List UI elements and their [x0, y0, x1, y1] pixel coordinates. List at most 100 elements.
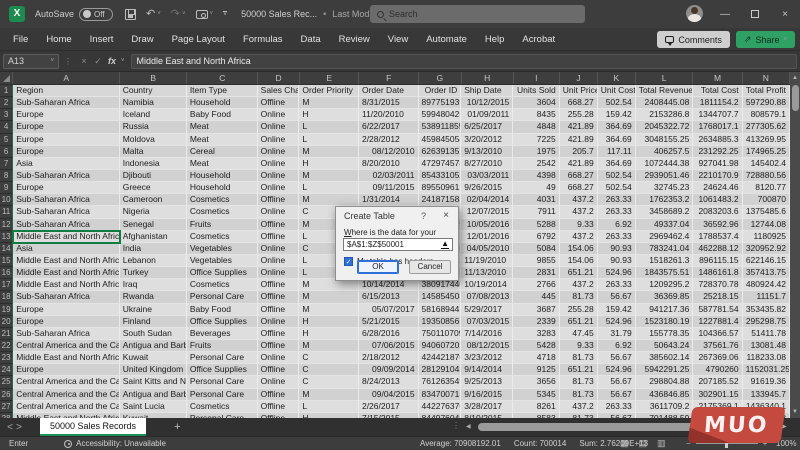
status-count[interactable]: Count: 700014	[514, 439, 567, 448]
cell-E10[interactable]: M	[299, 194, 359, 206]
cell-E23[interactable]: C	[299, 352, 359, 364]
add-sheet-button[interactable]: +	[174, 421, 180, 433]
cell-B27[interactable]: Saint Lucia	[120, 401, 187, 413]
range-select-icon[interactable]: ▲	[441, 240, 449, 249]
row-header-8[interactable]: 8	[0, 170, 13, 182]
cell-B1[interactable]: Country	[120, 85, 187, 97]
row-header-25[interactable]: 25	[0, 376, 13, 388]
document-title[interactable]: 50000 Sales Rec...	[241, 9, 317, 19]
cell-D3[interactable]: Online	[258, 109, 300, 121]
cell-B4[interactable]: Russia	[120, 121, 187, 133]
cell-A25[interactable]: Central America and the Caribbean	[13, 376, 120, 388]
cell-M25[interactable]: 207185.52	[693, 376, 742, 388]
cell-B16[interactable]: Turkey	[120, 267, 187, 279]
column-header-B[interactable]: B	[120, 72, 187, 84]
cell-C16[interactable]: Office Supplies	[187, 267, 258, 279]
cell-J19[interactable]: 255.28	[560, 304, 598, 316]
cell-J21[interactable]: 47.45	[560, 328, 598, 340]
cell-E3[interactable]: H	[299, 109, 359, 121]
cell-J22[interactable]: 9.33	[560, 340, 598, 352]
ok-button[interactable]: OK	[357, 260, 399, 274]
cell-A12[interactable]: Sub-Saharan Africa	[13, 219, 120, 231]
column-header-F[interactable]: F	[359, 72, 419, 84]
cell-H10[interactable]: 02/04/2014	[461, 194, 513, 206]
ribbon-tab-automate[interactable]: Automate	[417, 28, 476, 51]
cell-B21[interactable]: South Sudan	[120, 328, 187, 340]
cell-H2[interactable]: 10/12/2015	[461, 97, 513, 109]
cell-L6[interactable]: 406257.5	[636, 146, 694, 158]
cell-M24[interactable]: 4790260	[693, 364, 742, 376]
row-header-24[interactable]: 24	[0, 364, 13, 376]
cell-F6[interactable]: 08/12/2010	[359, 146, 419, 158]
cell-H27[interactable]: 3/28/2017	[461, 401, 513, 413]
ribbon-tab-data[interactable]: Data	[292, 28, 330, 51]
cell-A5[interactable]: Europe	[13, 134, 120, 146]
cell-G5[interactable]: 459845054	[419, 134, 462, 146]
cell-A4[interactable]: Europe	[13, 121, 120, 133]
redo-button[interactable]: ↷˅	[171, 9, 186, 19]
cell-J15[interactable]: 154.06	[560, 255, 598, 267]
cell-L9[interactable]: 32745.23	[636, 182, 694, 194]
column-header-G[interactable]: G	[419, 72, 462, 84]
cell-H18[interactable]: 07/08/2013	[461, 291, 513, 303]
cell-H7[interactable]: 8/27/2010	[461, 158, 513, 170]
next-sheet-button[interactable]: >	[12, 422, 26, 433]
cell-M11[interactable]: 2083203.6	[693, 206, 742, 218]
cell-K20[interactable]: 524.96	[598, 316, 636, 328]
cell-I20[interactable]: 2339	[513, 316, 559, 328]
cell-H25[interactable]: 9/25/2013	[461, 376, 513, 388]
cell-E22[interactable]: M	[299, 340, 359, 352]
cell-C22[interactable]: Fruits	[187, 340, 258, 352]
cell-K21[interactable]: 31.79	[598, 328, 636, 340]
cell-C27[interactable]: Cosmetics	[187, 401, 258, 413]
cell-A6[interactable]: Europe	[13, 146, 120, 158]
cell-C7[interactable]: Meat	[187, 158, 258, 170]
cell-K12[interactable]: 6.92	[598, 219, 636, 231]
cell-C17[interactable]: Cosmetics	[187, 279, 258, 291]
column-header-L[interactable]: L	[636, 72, 694, 84]
camera-button[interactable]: ˅	[196, 10, 214, 19]
restore-button[interactable]	[740, 0, 770, 28]
cell-I25[interactable]: 3656	[513, 376, 559, 388]
column-header-I[interactable]: I	[514, 72, 560, 84]
cell-A9[interactable]: Europe	[13, 182, 120, 194]
headers-checkbox[interactable]: ✓	[344, 257, 353, 266]
cell-F26[interactable]: 09/04/2015	[359, 389, 419, 401]
cell-K3[interactable]: 159.42	[598, 109, 636, 121]
cell-J12[interactable]: 9.33	[560, 219, 598, 231]
cell-D19[interactable]: Offline	[258, 304, 300, 316]
cell-A2[interactable]: Sub-Saharan Africa	[13, 97, 120, 109]
cell-L20[interactable]: 1523180.19	[636, 316, 694, 328]
cell-B9[interactable]: Greece	[120, 182, 187, 194]
cell-E25[interactable]: C	[299, 376, 359, 388]
cell-I8[interactable]: 4398	[513, 170, 559, 182]
cell-K25[interactable]: 56.67	[598, 376, 636, 388]
excel-app-icon[interactable]	[9, 6, 25, 22]
cell-H8[interactable]: 03/03/2011	[461, 170, 513, 182]
cell-G8[interactable]: 854331052	[419, 170, 462, 182]
cell-H19[interactable]: 5/29/2017	[461, 304, 513, 316]
cell-D25[interactable]: Online	[258, 376, 300, 388]
cell-M13[interactable]: 1788537.4	[693, 231, 742, 243]
cell-F5[interactable]: 2/28/2012	[359, 134, 419, 146]
cell-A15[interactable]: Middle East and North Africa	[13, 255, 120, 267]
cell-L8[interactable]: 2939051.46	[636, 170, 694, 182]
cell-K9[interactable]: 502.54	[598, 182, 636, 194]
cell-G20[interactable]: 193508565	[419, 316, 462, 328]
cell-B15[interactable]: Lebanon	[120, 255, 187, 267]
cell-J14[interactable]: 154.06	[560, 243, 598, 255]
cell-N12[interactable]: 12744.08	[743, 219, 790, 231]
cell-B25[interactable]: Saint Kitts and Nevis	[120, 376, 187, 388]
active-sheet-tab[interactable]: 50000 Sales Records	[40, 418, 146, 436]
cell-N25[interactable]: 91619.36	[743, 376, 790, 388]
vertical-scroll-thumb[interactable]	[792, 85, 799, 111]
cell-K11[interactable]: 263.33	[598, 206, 636, 218]
cell-G4[interactable]: 538911855	[419, 121, 462, 133]
column-header-K[interactable]: K	[598, 72, 636, 84]
cell-F20[interactable]: 5/21/2015	[359, 316, 419, 328]
search-input[interactable]: Search	[370, 5, 585, 23]
cell-L3[interactable]: 2153286.8	[636, 109, 694, 121]
cell-H3[interactable]: 01/09/2011	[461, 109, 513, 121]
cell-A20[interactable]: Europe	[13, 316, 120, 328]
row-header-2[interactable]: 2	[0, 97, 13, 109]
